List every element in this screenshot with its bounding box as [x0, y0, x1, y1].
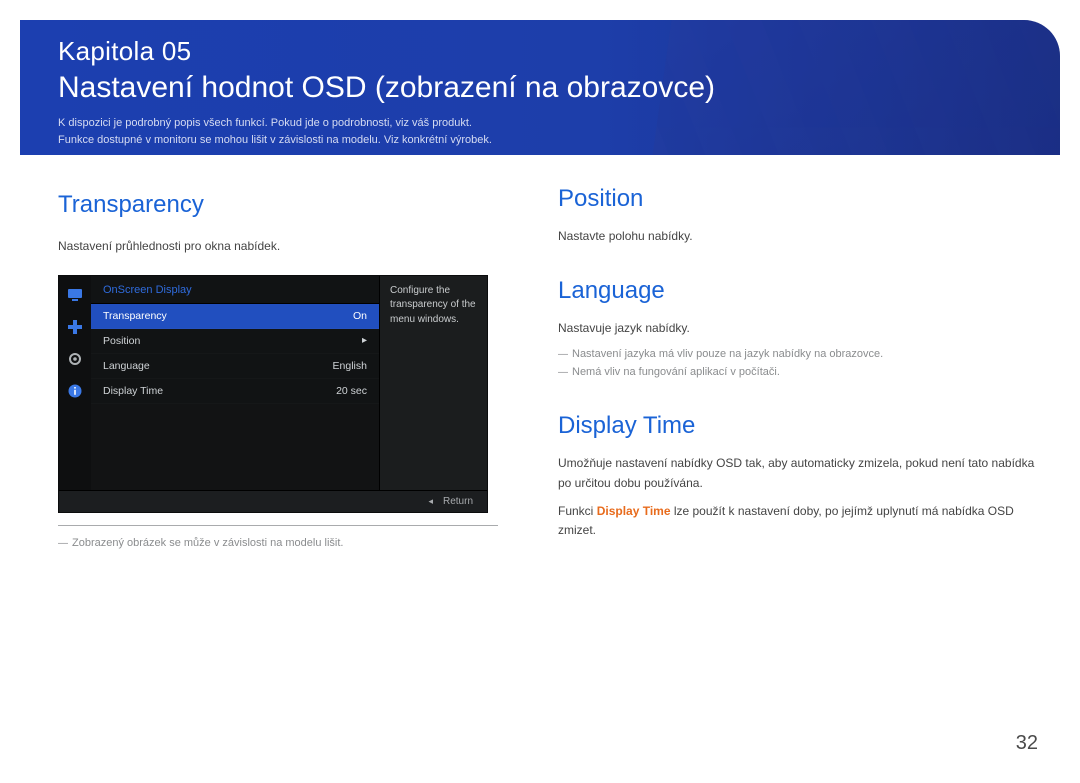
dt-pre: Funkci [558, 504, 597, 518]
page-number: 32 [1016, 732, 1038, 755]
chapter-label: Kapitola 05 [58, 36, 1022, 67]
osd-main-panel: OnScreen Display Transparency On Positio… [91, 276, 379, 490]
osd-footer: ◂ Return [59, 490, 487, 512]
osd-row-label: Display Time [103, 385, 163, 397]
osd-row-value: English [333, 360, 367, 372]
gear-icon [66, 350, 84, 368]
section-title-language: Language [558, 277, 1042, 305]
transparency-description: Nastavení průhlednosti pro okna nabídek. [58, 237, 498, 257]
section-title-position: Position [558, 185, 1042, 213]
osd-empty-area [91, 404, 379, 490]
language-description: Nastavuje jazyk nabídky. [558, 319, 1042, 339]
osd-row-value: 20 sec [336, 385, 367, 397]
banner-description-2: Funkce dostupné v monitoru se mohou liši… [58, 132, 1022, 149]
dpad-icon [66, 318, 84, 336]
page-content: Transparency Nastavení průhlednosti pro … [0, 155, 1080, 552]
position-description: Nastavte polohu nabídky. [558, 227, 1042, 247]
chevron-right-icon: ▸ [362, 335, 367, 346]
osd-row-transparency[interactable]: Transparency On [91, 304, 379, 329]
osd-row-value: On [353, 310, 367, 322]
osd-row-displaytime[interactable]: Display Time 20 sec [91, 379, 379, 404]
osd-return-label: Return [443, 496, 473, 507]
column-right: Position Nastavte polohu nabídky. Langua… [558, 185, 1042, 552]
osd-row-label: Position [103, 335, 140, 347]
section-title-transparency: Transparency [58, 191, 498, 219]
divider [58, 525, 498, 526]
chapter-banner: Kapitola 05 Nastavení hodnot OSD (zobraz… [20, 20, 1060, 155]
column-left: Transparency Nastavení průhlednosti pro … [58, 185, 498, 552]
language-note-1: Nastavení jazyka má vliv pouze na jazyk … [558, 345, 1042, 364]
info-icon [66, 382, 84, 400]
monitor-icon [66, 286, 84, 304]
banner-description-1: K dispozici je podrobný popis všech funk… [58, 115, 1022, 132]
osd-row-position[interactable]: Position ▸ [91, 329, 379, 354]
osd-row-language[interactable]: Language English [91, 354, 379, 379]
chapter-title: Nastavení hodnot OSD (zobrazení na obraz… [58, 71, 1022, 105]
display-time-description: Umožňuje nastavení nabídky OSD tak, aby … [558, 454, 1042, 494]
osd-helper-text: Configure the transparency of the menu w… [379, 276, 487, 490]
osd-sidebar [59, 276, 91, 490]
dt-strong: Display Time [597, 504, 671, 518]
osd-header: OnScreen Display [91, 276, 379, 304]
display-time-line2: Funkci Display Time lze použít k nastave… [558, 502, 1042, 542]
triangle-left-icon: ◂ [428, 496, 433, 507]
osd-screenshot: OnScreen Display Transparency On Positio… [58, 275, 488, 513]
osd-row-label: Language [103, 360, 150, 372]
image-disclaimer-note: Zobrazený obrázek se může v závislosti n… [58, 534, 498, 553]
section-title-display-time: Display Time [558, 412, 1042, 440]
language-note-2: Nemá vliv na fungování aplikací v počíta… [558, 363, 1042, 382]
osd-row-label: Transparency [103, 310, 167, 322]
